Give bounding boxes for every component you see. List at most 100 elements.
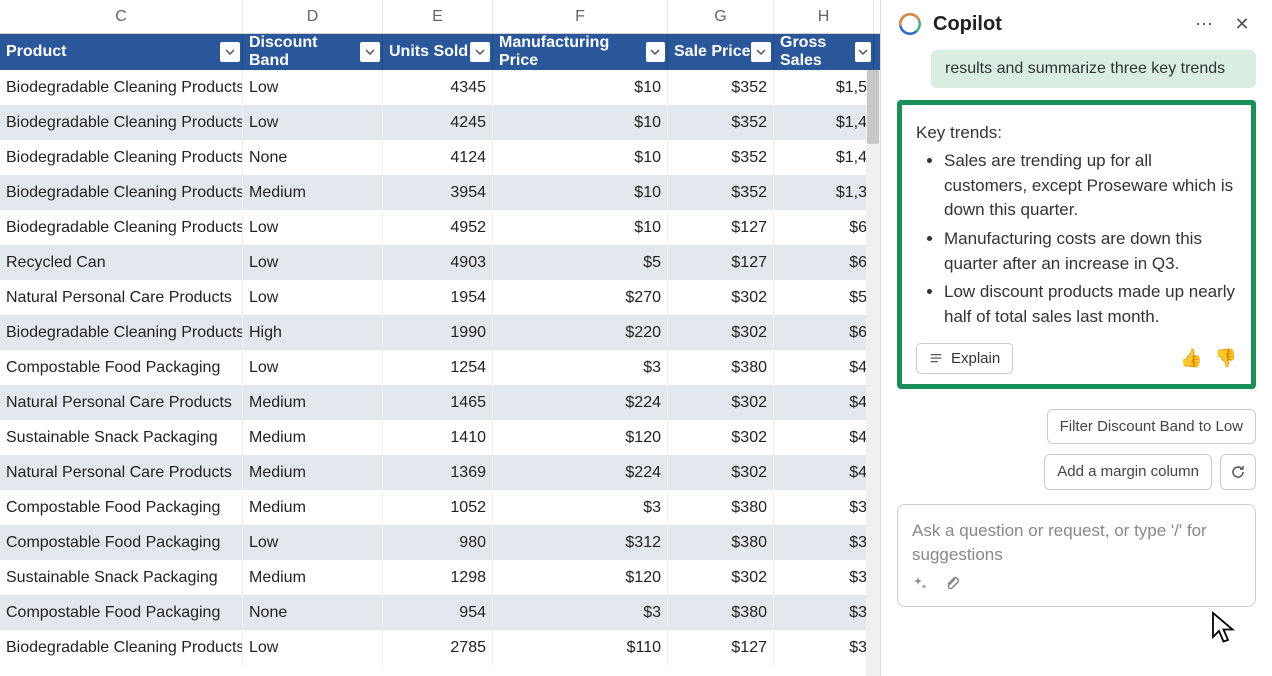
cell-product[interactable]: Biodegradable Cleaning Products [0,175,243,210]
cell-gross[interactable]: $4 [774,350,874,385]
cell-units[interactable]: 4124 [383,140,493,175]
cell-units[interactable]: 1954 [383,280,493,315]
cell-sale[interactable]: $302 [668,455,774,490]
cell-units[interactable]: 4245 [383,105,493,140]
explain-button[interactable]: Explain [916,343,1013,374]
suggestion-filter[interactable]: Filter Discount Band to Low [1047,409,1256,444]
cell-mfg[interactable]: $312 [493,525,668,560]
cell-gross[interactable]: $3 [774,490,874,525]
refresh-suggestions-icon[interactable] [1220,454,1256,490]
cell-gross[interactable]: $3 [774,525,874,560]
cell-band[interactable]: Low [243,630,383,665]
cell-units[interactable]: 1254 [383,350,493,385]
cell-band[interactable]: High [243,315,383,350]
cell-sale[interactable]: $352 [668,105,774,140]
cell-product[interactable]: Compostable Food Packaging [0,490,243,525]
col-letter[interactable]: H [774,0,874,33]
cell-mfg[interactable]: $10 [493,140,668,175]
cell-units[interactable]: 1410 [383,420,493,455]
cell-units[interactable]: 1465 [383,385,493,420]
cell-sale[interactable]: $302 [668,560,774,595]
cell-mfg[interactable]: $220 [493,315,668,350]
cell-units[interactable]: 1369 [383,455,493,490]
cell-product[interactable]: Biodegradable Cleaning Products [0,210,243,245]
filter-dropdown-icon[interactable] [220,42,240,62]
cell-band[interactable]: Medium [243,385,383,420]
cell-sale[interactable]: $380 [668,525,774,560]
cell-mfg[interactable]: $3 [493,595,668,630]
cell-mfg[interactable]: $120 [493,560,668,595]
col-letter[interactable]: G [668,0,774,33]
cell-sale[interactable]: $127 [668,210,774,245]
cell-band[interactable]: Medium [243,455,383,490]
thumbs-up-icon[interactable]: 👍 [1180,348,1202,369]
vertical-scrollbar[interactable]: ▴ [866,70,880,676]
col-letter[interactable]: F [493,0,668,33]
cell-product[interactable]: Biodegradable Cleaning Products [0,70,243,105]
more-options-icon[interactable]: ⋯ [1190,10,1218,38]
sparkle-icon[interactable] [912,575,928,596]
cell-band[interactable]: Low [243,210,383,245]
cell-band[interactable]: Medium [243,420,383,455]
header-sale-price[interactable]: Sale Price [668,34,774,70]
cell-mfg[interactable]: $3 [493,490,668,525]
filter-dropdown-icon[interactable] [751,42,771,62]
cell-sale[interactable]: $352 [668,70,774,105]
header-discount-band[interactable]: Discount Band [243,34,383,70]
table-row[interactable]: Biodegradable Cleaning ProductsLow4345$1… [0,70,880,105]
cell-gross[interactable]: $1,4 [774,105,874,140]
cell-gross[interactable]: $1,5 [774,70,874,105]
cell-band[interactable]: Medium [243,560,383,595]
cell-units[interactable]: 3954 [383,175,493,210]
cell-product[interactable]: Biodegradable Cleaning Products [0,630,243,665]
filter-dropdown-icon[interactable] [855,42,871,62]
cell-mfg[interactable]: $10 [493,105,668,140]
cell-units[interactable]: 980 [383,525,493,560]
table-row[interactable]: Recycled CanLow4903$5$127$6 [0,245,880,280]
col-letter[interactable]: D [243,0,383,33]
cell-sale[interactable]: $302 [668,420,774,455]
cell-sale[interactable]: $352 [668,175,774,210]
table-row[interactable]: Biodegradable Cleaning ProductsMedium395… [0,175,880,210]
filter-dropdown-icon[interactable] [360,42,380,62]
col-letter[interactable]: E [383,0,493,33]
cell-gross[interactable]: $6 [774,315,874,350]
cell-mfg[interactable]: $270 [493,280,668,315]
cell-mfg[interactable]: $3 [493,350,668,385]
filter-dropdown-icon[interactable] [470,42,490,62]
cell-band[interactable]: Low [243,245,383,280]
cell-gross[interactable]: $3 [774,560,874,595]
cell-sale[interactable]: $352 [668,140,774,175]
header-mfg-price[interactable]: Manufacturing Price [493,34,668,70]
cell-mfg[interactable]: $224 [493,385,668,420]
table-row[interactable]: Biodegradable Cleaning ProductsLow4952$1… [0,210,880,245]
cell-product[interactable]: Biodegradable Cleaning Products [0,105,243,140]
cell-product[interactable]: Compostable Food Packaging [0,595,243,630]
cell-units[interactable]: 2785 [383,630,493,665]
suggestion-margin[interactable]: Add a margin column [1044,454,1212,490]
cell-band[interactable]: Low [243,105,383,140]
cell-band[interactable]: Low [243,525,383,560]
cell-product[interactable]: Natural Personal Care Products [0,280,243,315]
col-letter[interactable]: C [0,0,243,33]
table-row[interactable]: Compostable Food PackagingLow1254$3$380$… [0,350,880,385]
table-row[interactable]: Natural Personal Care ProductsMedium1369… [0,455,880,490]
cell-product[interactable]: Recycled Can [0,245,243,280]
cell-gross[interactable]: $3 [774,595,874,630]
header-units-sold[interactable]: Units Sold [383,34,493,70]
cell-sale[interactable]: $127 [668,630,774,665]
cell-gross[interactable]: $3 [774,630,874,665]
cell-sale[interactable]: $380 [668,595,774,630]
cell-band[interactable]: Low [243,70,383,105]
attachment-icon[interactable] [944,575,960,596]
cell-band[interactable]: None [243,595,383,630]
cell-units[interactable]: 4903 [383,245,493,280]
table-row[interactable]: Sustainable Snack PackagingMedium1298$12… [0,560,880,595]
cell-units[interactable]: 1990 [383,315,493,350]
close-icon[interactable]: ✕ [1228,10,1256,38]
cell-gross[interactable]: $6 [774,245,874,280]
header-product[interactable]: Product [0,34,243,70]
cell-units[interactable]: 1052 [383,490,493,525]
cell-mfg[interactable]: $120 [493,420,668,455]
header-gross-sales[interactable]: Gross Sales [774,34,874,70]
